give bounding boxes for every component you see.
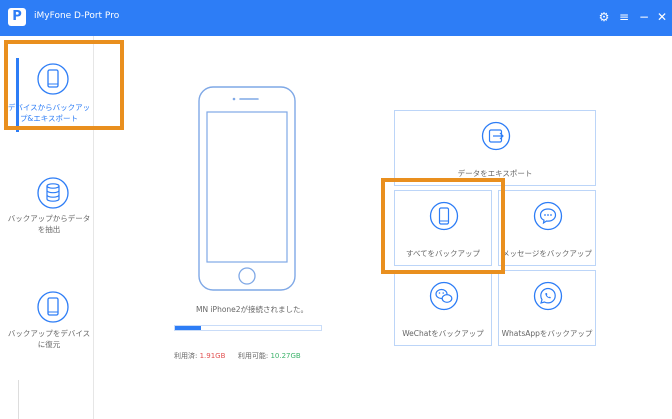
settings-icon[interactable]: ⚙: [596, 9, 612, 25]
used-value: 1.91GB: [199, 352, 226, 360]
app-title: iMyFone D-Port Pro: [34, 11, 120, 21]
database-icon: [37, 177, 69, 209]
export-data-card[interactable]: データをエキスポート: [394, 110, 596, 186]
backup-whatsapp-card[interactable]: WhatsAppをバックアップ: [498, 270, 596, 346]
highlight-frame-sidebar: [4, 40, 124, 130]
device-connection-status: MN iPhone2が接続されました。: [196, 305, 309, 314]
sidebar-item-label-line2: を抽出: [37, 225, 61, 234]
sidebar-item-label-line2: に復元: [37, 340, 61, 349]
message-icon: [533, 201, 563, 231]
backup-wechat-label: WeChatをバックアップ: [402, 329, 484, 338]
app-logo: P: [8, 8, 26, 26]
storage-progress-fill: [175, 326, 202, 330]
used-label: 利用済:: [174, 352, 198, 360]
title-bar: P iMyFone D-Port Pro ⚙ ≡ − ✕: [0, 0, 672, 36]
minimize-icon[interactable]: −: [636, 9, 652, 25]
export-icon: [481, 121, 511, 151]
highlight-frame-backup-all: [381, 178, 505, 274]
wechat-icon: [429, 281, 459, 311]
close-icon[interactable]: ✕: [654, 9, 670, 25]
backup-messages-card[interactable]: メッセージをバックアップ: [498, 190, 596, 266]
backup-messages-label: メッセージをバックアップ: [502, 249, 592, 258]
storage-progress-bar: [174, 325, 322, 331]
sidebar-item-restore-to-device[interactable]: バックアップをデバイス に復元: [0, 286, 94, 386]
phone-restore-icon: [37, 291, 69, 323]
available-label: 利用可能:: [237, 352, 269, 360]
backup-whatsapp-label: WhatsAppをバックアップ: [501, 329, 593, 338]
available-value: 10.27GB: [270, 352, 301, 360]
sidebar-item-label-line1: バックアップをデバイス: [7, 329, 91, 338]
logo-letter: P: [12, 9, 22, 24]
whatsapp-icon: [533, 281, 563, 311]
sidebar-item-label-line1: バックアップからデータ: [7, 214, 91, 223]
sidebar-item-extract-from-backup[interactable]: バックアップからデータ を抽出: [0, 170, 94, 270]
iphone-illustration: [198, 86, 296, 291]
sidebar-divider: [18, 380, 19, 419]
menu-icon[interactable]: ≡: [616, 9, 632, 25]
backup-wechat-card[interactable]: WeChatをバックアップ: [394, 270, 492, 346]
storage-info: 利用済: 1.91GB 利用可能: 10.27GB: [174, 351, 301, 361]
